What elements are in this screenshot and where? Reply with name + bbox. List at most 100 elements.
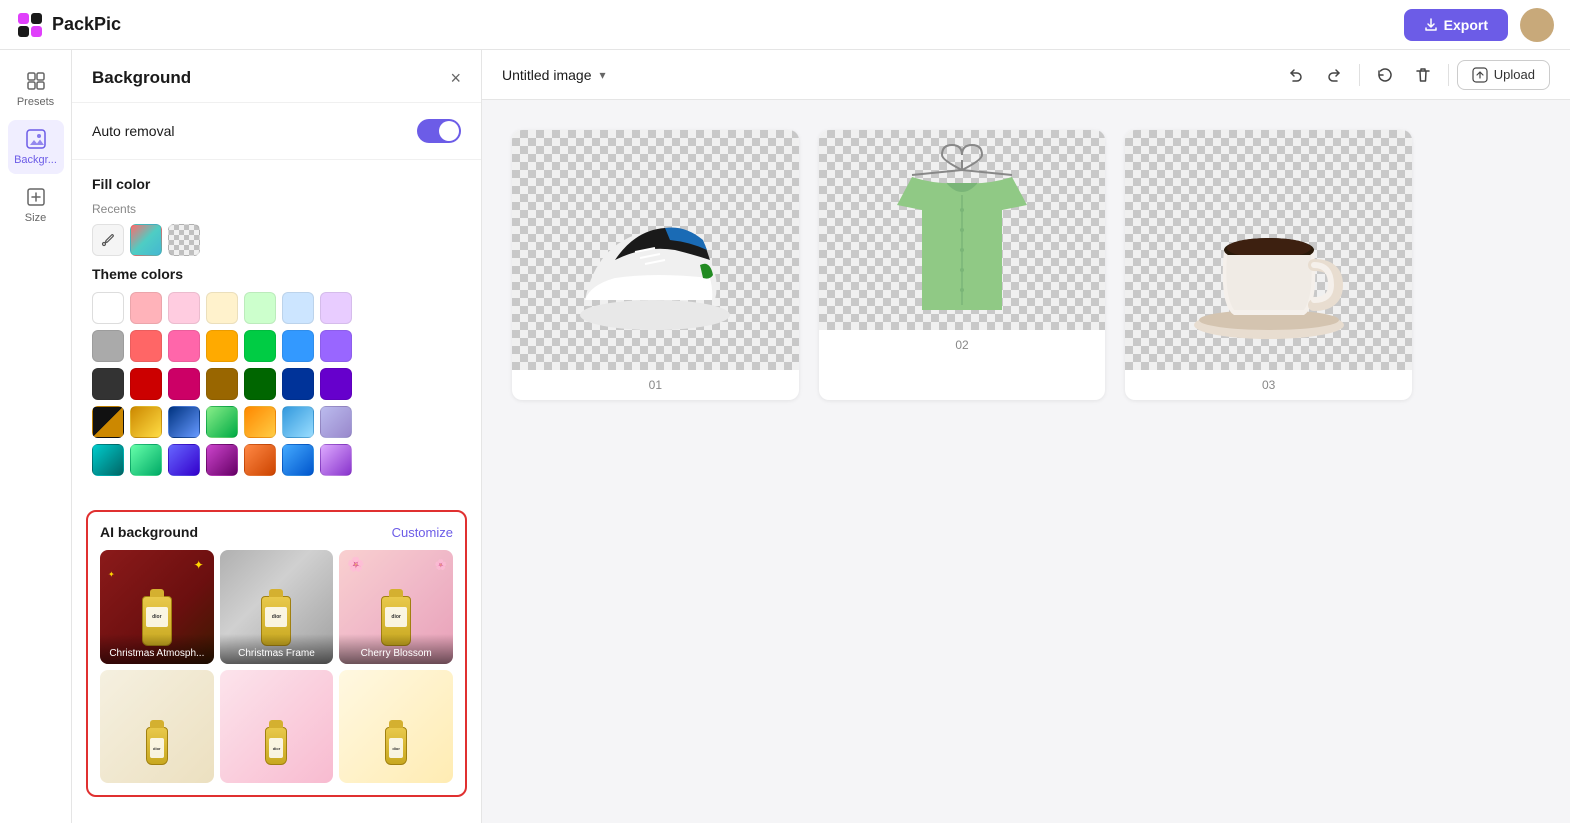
background-label: Backgr...: [14, 154, 57, 166]
ai-bg-item-row2-2[interactable]: dior: [220, 670, 334, 784]
panel-close-button[interactable]: ×: [450, 69, 461, 87]
color-swatch[interactable]: [282, 406, 314, 438]
ai-bg-item-row2-1[interactable]: dior: [100, 670, 214, 784]
ai-bg-item-christmas-frame[interactable]: dior Christmas Frame: [220, 550, 334, 664]
auto-removal-section: Auto removal: [72, 103, 481, 160]
color-swatch[interactable]: [206, 292, 238, 324]
image-grid: 01: [512, 130, 1412, 400]
size-label: Size: [25, 212, 46, 224]
app-logo: PackPic: [16, 11, 121, 39]
color-swatch[interactable]: [206, 444, 238, 476]
color-swatch[interactable]: [244, 368, 276, 400]
sidebar-item-size[interactable]: Size: [8, 178, 64, 232]
ai-bg-item-label: Cherry Blossom: [339, 634, 453, 664]
redo-button[interactable]: [1317, 60, 1351, 90]
color-swatch[interactable]: [168, 292, 200, 324]
color-swatch[interactable]: [320, 330, 352, 362]
recent-checker-swatch[interactable]: [168, 224, 200, 256]
upload-label: Upload: [1494, 67, 1535, 82]
image-card-03[interactable]: 03: [1125, 130, 1412, 400]
panel-title: Background: [92, 68, 191, 88]
color-swatch[interactable]: [168, 444, 200, 476]
presets-icon: [25, 70, 47, 92]
color-swatch[interactable]: [130, 368, 162, 400]
export-icon: [1424, 18, 1438, 32]
color-swatch[interactable]: [320, 444, 352, 476]
color-swatch[interactable]: [168, 406, 200, 438]
color-swatch[interactable]: [282, 444, 314, 476]
image-card-01[interactable]: 01: [512, 130, 799, 400]
auto-removal-toggle[interactable]: [417, 119, 461, 143]
image-card-label-02: 02: [819, 330, 1106, 360]
recents-row: [92, 224, 461, 256]
image-card-inner-02: [819, 130, 1106, 330]
auto-removal-row: Auto removal: [92, 119, 461, 143]
undo-button[interactable]: [1279, 60, 1313, 90]
color-swatch[interactable]: [244, 292, 276, 324]
upload-icon: [1472, 67, 1488, 83]
theme-colors-grid: [92, 292, 461, 476]
canvas-title-dropdown[interactable]: ▾: [600, 68, 606, 82]
color-swatch[interactable]: [320, 406, 352, 438]
color-swatch[interactable]: [206, 368, 238, 400]
color-swatch[interactable]: [244, 406, 276, 438]
color-swatch[interactable]: [282, 292, 314, 324]
color-swatch[interactable]: [130, 406, 162, 438]
user-avatar[interactable]: [1520, 8, 1554, 42]
customize-link[interactable]: Customize: [392, 525, 453, 540]
ai-bg-thumbnail: dior Christmas Frame: [220, 550, 334, 664]
ai-background-section: AI background Customize ✦ ✦ dior Christm…: [86, 510, 467, 797]
shoe-image: [555, 160, 755, 340]
color-swatch[interactable]: [168, 368, 200, 400]
color-swatch[interactable]: [130, 292, 162, 324]
star-deco: ✦: [194, 558, 204, 572]
ai-bg-item-christmas-atm[interactable]: ✦ ✦ dior Christmas Atmosph...: [100, 550, 214, 664]
export-label: Export: [1444, 17, 1488, 33]
product-bottle: dior: [385, 727, 407, 765]
color-swatch[interactable]: [206, 406, 238, 438]
main-content: Presets Backgr... Size Background ×: [0, 50, 1570, 823]
sidebar-item-background[interactable]: Backgr...: [8, 120, 64, 174]
ai-bg-item-row2-3[interactable]: dior: [339, 670, 453, 784]
refresh-icon: [1376, 66, 1394, 84]
color-swatch[interactable]: [320, 368, 352, 400]
size-icon: [25, 186, 47, 208]
ai-bg-item-cherry-blossom[interactable]: 🌸 🌸 dior Cherry Blossom: [339, 550, 453, 664]
ai-bg-thumbnail: dior: [339, 670, 453, 784]
color-swatch[interactable]: [92, 444, 124, 476]
color-swatch[interactable]: [92, 368, 124, 400]
color-swatch[interactable]: [244, 330, 276, 362]
sidebar-item-presets[interactable]: Presets: [8, 62, 64, 116]
image-card-label-03: 03: [1125, 370, 1412, 400]
color-swatch[interactable]: [282, 368, 314, 400]
color-swatch[interactable]: [320, 292, 352, 324]
recent-gradient-swatch[interactable]: [130, 224, 162, 256]
ai-bg-thumbnail: ✦ ✦ dior Christmas Atmosph...: [100, 550, 214, 664]
color-swatch[interactable]: [130, 330, 162, 362]
recents-label: Recents: [92, 202, 461, 216]
refresh-button[interactable]: [1368, 60, 1402, 90]
ai-background-header: AI background Customize: [100, 524, 453, 540]
eyedropper-tool[interactable]: [92, 224, 124, 256]
color-swatch[interactable]: [168, 330, 200, 362]
icon-sidebar: Presets Backgr... Size: [0, 50, 72, 823]
export-button[interactable]: Export: [1404, 9, 1508, 41]
upload-button[interactable]: Upload: [1457, 60, 1550, 90]
color-swatch[interactable]: [92, 292, 124, 324]
trash-icon: [1414, 66, 1432, 84]
fill-color-section: Fill color Recents Theme colors: [72, 160, 481, 498]
color-swatch[interactable]: [92, 330, 124, 362]
ai-bg-thumbnail: dior: [220, 670, 334, 784]
color-swatch[interactable]: [92, 406, 124, 438]
color-swatch[interactable]: [244, 444, 276, 476]
ai-background-grid: ✦ ✦ dior Christmas Atmosph... dior: [100, 550, 453, 783]
canvas-content: 01: [482, 100, 1570, 823]
color-swatch[interactable]: [130, 444, 162, 476]
undo-icon: [1287, 66, 1305, 84]
delete-button[interactable]: [1406, 60, 1440, 90]
color-swatch[interactable]: [282, 330, 314, 362]
image-card-02[interactable]: 02: [819, 130, 1106, 400]
flower-deco: 🌸: [347, 556, 364, 573]
color-swatch[interactable]: [206, 330, 238, 362]
canvas-title: Untitled image: [502, 67, 592, 83]
